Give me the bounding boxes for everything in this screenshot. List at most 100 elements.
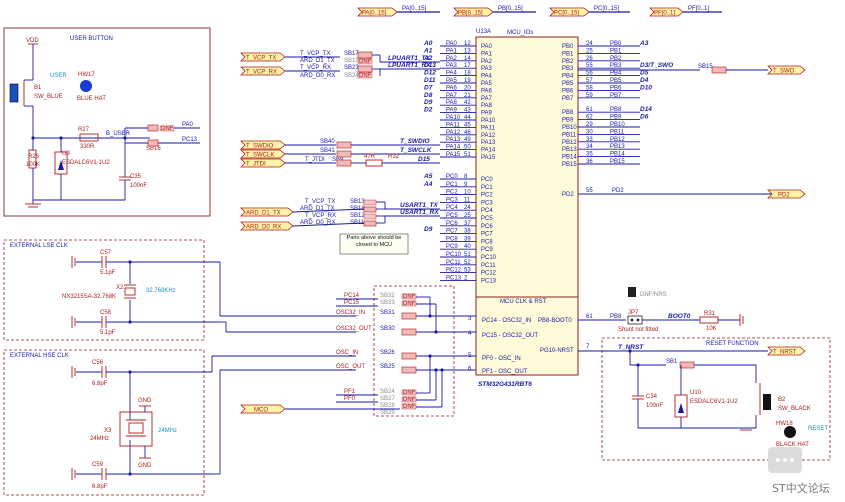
pb-pin-label: PB9 xyxy=(562,118,574,124)
svg-text:R32: R32 xyxy=(388,154,400,160)
pa-net-label: PA0 xyxy=(446,41,458,47)
schematic-canvas: PA[0..15] PA[0..15] PB[0..15] PB[0..15] … xyxy=(3,6,831,496)
pa-arduino-label: D9 xyxy=(424,99,433,106)
port-t-vcp-rx[interactable]: T_VCP_RX xyxy=(240,66,286,76)
pa-arduino-label: D7 xyxy=(424,84,433,91)
pa-pin-label: PA12 xyxy=(481,133,496,139)
svg-text:PC15: PC15 xyxy=(344,300,360,306)
port-t-nrst[interactable]: T_NRST xyxy=(767,346,806,356)
port-ard-d0-rx[interactable]: ARD_D0_RX xyxy=(240,221,294,231)
svg-text:U10: U10 xyxy=(690,390,702,396)
pa-pin-label: PA6 xyxy=(481,88,493,94)
b2-switch-icon[interactable] xyxy=(763,394,771,410)
svg-text:10K: 10K xyxy=(706,326,717,332)
pb-net-label: PB9 xyxy=(610,115,622,121)
svg-text:C59: C59 xyxy=(92,462,104,468)
pc-pin-label: PC8 xyxy=(481,239,493,245)
header-port-pc[interactable]: PC[0..15] PC[0..15] xyxy=(549,6,630,17)
jp7-jumper[interactable] xyxy=(627,315,643,325)
port-t-vcp-tx[interactable]: T_VCP_TX xyxy=(240,52,286,62)
sb30-bridge[interactable] xyxy=(401,328,417,336)
sb15-bridge[interactable] xyxy=(711,66,727,74)
pb-pin-num: 61 xyxy=(586,107,593,113)
pa-arduino-label: D11 xyxy=(424,77,436,84)
pb-pin-num: 59 xyxy=(586,93,593,99)
sb26-bridge[interactable] xyxy=(401,352,417,360)
port-t-swo[interactable]: T_SWO xyxy=(767,65,806,75)
pd2-num: 55 xyxy=(586,188,593,194)
pc-pin-num: 37 xyxy=(464,221,471,227)
port-ard-d1-tx[interactable]: ARD_D1_TX xyxy=(240,207,294,217)
hw17-label: HW17 xyxy=(78,72,95,78)
pc-net-label: PC10 xyxy=(446,252,462,258)
pa-pin-num: 18 xyxy=(464,71,471,77)
port-pd2[interactable]: PD2 xyxy=(767,189,806,199)
header-net-pa-label: PA[0..15] xyxy=(402,6,427,12)
port-mco[interactable]: MCO xyxy=(240,404,286,414)
sb41-bridge[interactable] xyxy=(336,150,352,158)
svg-text:SB12: SB12 xyxy=(350,213,365,219)
pb-net-label: PB15 xyxy=(610,159,625,165)
sb31-bridge[interactable] xyxy=(401,312,417,320)
sb1-bridge[interactable] xyxy=(679,361,695,369)
pb-arduino-label: D10 xyxy=(640,84,652,91)
header-port-pb[interactable]: PB[0..15] PB[0..15] xyxy=(453,6,536,17)
svg-text:47R: 47R xyxy=(364,154,376,160)
svg-text:MCO: MCO xyxy=(254,408,268,414)
sb23-bridge[interactable] xyxy=(357,65,373,73)
user-button-title: USER BUTTON xyxy=(70,36,113,42)
pa-pin-num: 44 xyxy=(464,115,471,121)
pa-pin-num: 17 xyxy=(464,63,471,69)
svg-text:ARD_D0_RX: ARD_D0_RX xyxy=(300,73,335,79)
pa-net-label: PA8 xyxy=(446,100,458,106)
port-t-jtdi[interactable]: T_JTDI xyxy=(240,158,286,168)
svg-text:GND: GND xyxy=(138,463,152,469)
pc-net-label: PC4 xyxy=(446,205,458,211)
pc-net-label: PC6 xyxy=(446,221,458,227)
svg-text:T_SWDIO: T_SWDIO xyxy=(400,138,430,145)
sb25-bridge[interactable] xyxy=(401,366,417,374)
svg-text:T_VCP_RX: T_VCP_RX xyxy=(300,65,331,71)
svg-text:T_JTDI: T_JTDI xyxy=(246,162,266,168)
svg-text:SB17: SB17 xyxy=(344,51,359,57)
pc-net-label: PC0 xyxy=(446,174,458,180)
sb9-bridge[interactable] xyxy=(336,159,352,167)
svg-text:5.1pF: 5.1pF xyxy=(100,330,116,336)
svg-text:PB8-BOOT0: PB8-BOOT0 xyxy=(538,318,572,324)
user-button-block: USER BUTTON VDD B1 SW_BLUE USER HW17 BLU… xyxy=(3,27,211,217)
svg-text:SB26: SB26 xyxy=(380,350,395,356)
black-hat-icon xyxy=(784,426,796,438)
pb-pin-label: PB5 xyxy=(562,81,574,87)
pb-net-label: PB11 xyxy=(610,129,625,135)
b1-switch-icon[interactable] xyxy=(9,83,19,103)
pc-net-label: PC12 xyxy=(446,268,462,274)
sb40-bridge[interactable] xyxy=(336,141,352,149)
pb-pin-num: 56 xyxy=(586,71,593,77)
mcu-clk-title: MCU CLK & RST xyxy=(500,299,547,305)
svg-text:C57: C57 xyxy=(100,250,112,256)
svg-text:SB19: SB19 xyxy=(344,58,359,64)
svg-text:HW18: HW18 xyxy=(776,421,793,427)
sb17-bridge[interactable] xyxy=(357,51,373,59)
pa-net-label: PA9 xyxy=(446,108,458,114)
mcu-part: STM32G431RBT6 xyxy=(478,381,532,388)
header-port-pa[interactable]: PA[0..15] PA[0..15] xyxy=(357,6,440,17)
port-t-swclk[interactable]: T_SWCLK xyxy=(240,149,286,159)
svg-text:C34: C34 xyxy=(646,394,658,400)
pc-pin-group: PC0PC0 8A5PC1PC1 9A4PC2PC2 10PC3PC3 11PC4PC4… xyxy=(423,173,497,284)
header-port-pf[interactable]: PF[0..1] PF[0..1] xyxy=(649,6,722,17)
pb-net-label: PB4 xyxy=(610,71,622,77)
pb-arduino-label: A3 xyxy=(639,40,649,47)
r27-ref: R27 xyxy=(78,127,90,133)
pa-net-label: PA7 xyxy=(446,93,458,99)
port-t-swdio[interactable]: T_SWDIO xyxy=(240,140,286,150)
svg-text:SW_BLACK: SW_BLACK xyxy=(778,406,811,412)
svg-text:USART1_RX: USART1_RX xyxy=(400,209,439,216)
svg-text:ARD_D1_TX: ARD_D1_TX xyxy=(300,58,335,64)
svg-text:T_VCP_TX: T_VCP_TX xyxy=(300,51,330,57)
pb-pin-num: 33 xyxy=(586,137,593,143)
pb-pin-label: PB0 xyxy=(562,44,574,50)
u9-ref: U9 xyxy=(62,151,70,157)
sb16-bridge[interactable] xyxy=(147,124,159,132)
pb-net-label: PB6 xyxy=(610,85,622,91)
